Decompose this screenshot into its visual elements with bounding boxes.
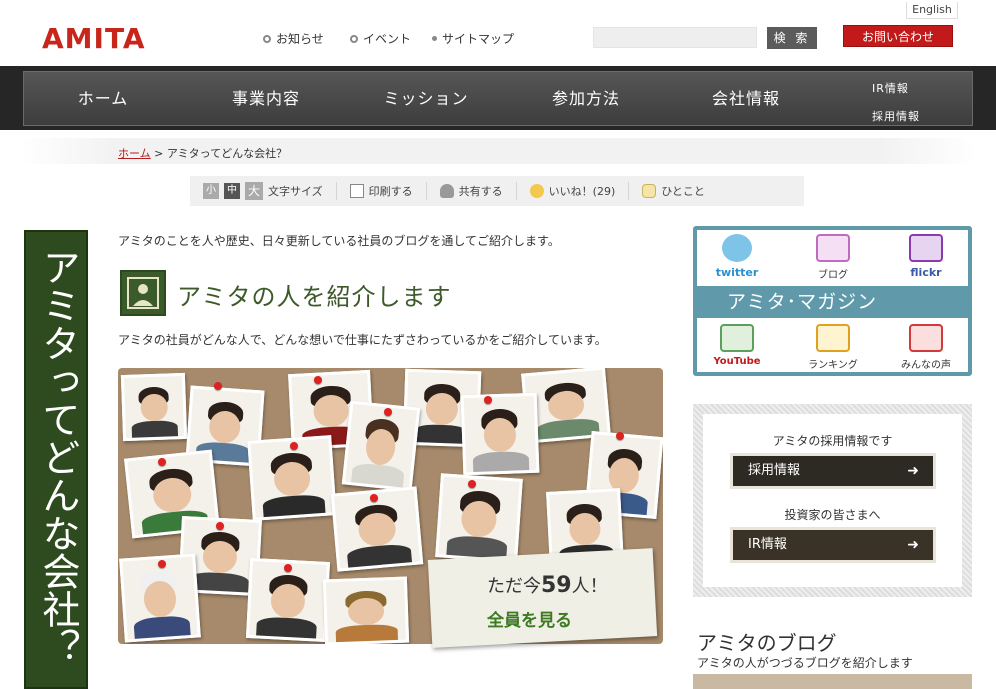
search-button[interactable]: 検 索 <box>767 27 817 49</box>
breadcrumb-separator: > <box>150 147 167 160</box>
comment-button[interactable]: ひとこと <box>629 182 718 200</box>
staff-count-suffix: 人！ <box>571 576 608 597</box>
share-button[interactable]: 共有する <box>427 182 517 200</box>
nav-business[interactable]: 事業内容 <box>186 71 346 126</box>
nav-recruit[interactable]: 採用情報 <box>872 108 920 124</box>
font-size-small[interactable]: 小 <box>203 183 219 199</box>
blog-section-subtitle: アミタの人がつづるブログを紹介します <box>697 656 913 670</box>
staff-count-prefix: ただ今 <box>487 576 541 597</box>
like-label: いいね！(29) <box>548 185 616 198</box>
font-size-control: 小 中 大 文字サイズ <box>190 182 337 200</box>
voices-link[interactable]: みんなの声 <box>886 324 966 371</box>
crown-icon <box>816 324 850 352</box>
nav-ir[interactable]: IR情報 <box>872 80 909 96</box>
camera-icon <box>909 234 943 262</box>
nav-home[interactable]: ホーム <box>23 71 183 126</box>
youtube-label: YouTube <box>713 356 761 367</box>
arrow-right-icon: ➜ <box>907 463 919 479</box>
event-link[interactable]: イベント <box>350 30 411 47</box>
contact-button[interactable]: お問い合わせ <box>843 25 953 47</box>
comment-label: ひとこと <box>661 185 705 198</box>
intro-text: アミタのことを人や歴史、日々更新している社員のブログを通してご紹介します。 <box>118 234 560 248</box>
english-link[interactable]: English <box>906 2 958 19</box>
flickr-link[interactable]: flickr <box>886 234 966 279</box>
twitter-label: twitter <box>715 266 759 279</box>
arrow-right-icon: ➜ <box>907 537 919 553</box>
print-label: 印刷する <box>368 185 413 198</box>
news-link-label: お知らせ <box>276 32 324 46</box>
search-input[interactable] <box>593 27 757 48</box>
breadcrumb-home[interactable]: ホーム <box>118 147 151 160</box>
bullet-icon <box>350 34 358 43</box>
ir-button[interactable]: IR情報 ➜ <box>730 527 936 563</box>
breadcrumb: ホーム > アミタってどんな会社？ <box>118 145 287 161</box>
twitter-link[interactable]: twitter <box>697 234 777 279</box>
sitemap-link[interactable]: サイトマップ <box>432 30 514 47</box>
share-label: 共有する <box>458 185 503 198</box>
blog-section-title: アミタのブログ <box>697 631 837 655</box>
section-description: アミタの社員がどんな人で、どんな想いで仕事にたずさわっているかをご紹介しています… <box>118 333 607 347</box>
section-title: アミタの人を紹介します <box>177 283 452 311</box>
staff-count: ただ今59人！ <box>487 572 608 598</box>
blog-label: ブログ <box>818 270 848 281</box>
amita-logo[interactable]: AMITA <box>42 22 146 55</box>
staff-photo[interactable] <box>460 392 540 476</box>
recruit-button[interactable]: 採用情報 ➜ <box>730 453 936 489</box>
page-toolbar: 小 中 大 文字サイズ 印刷する 共有する いいね！(29) ひとこと <box>190 176 804 206</box>
twitter-bird-icon <box>722 234 752 262</box>
staff-photo[interactable] <box>341 400 421 492</box>
event-link-label: イベント <box>363 32 412 46</box>
video-camera-icon <box>720 324 754 352</box>
blog-people-icon <box>816 234 850 262</box>
investor-label: 投資家の皆さまへ <box>784 508 881 522</box>
bullet-icon <box>263 34 271 43</box>
staff-count-card <box>427 548 658 648</box>
print-button[interactable]: 印刷する <box>337 182 427 200</box>
view-all-staff-button[interactable]: 全員を見る <box>487 606 572 631</box>
font-size-label: 文字サイズ <box>268 185 323 198</box>
font-size-large[interactable]: 大 <box>245 182 263 200</box>
like-button[interactable]: いいね！(29) <box>517 182 630 200</box>
recruit-label: アミタの採用情報です <box>772 434 893 448</box>
ranking-link[interactable]: ランキング <box>793 324 873 371</box>
staff-photo[interactable] <box>322 576 410 644</box>
blog-link[interactable]: ブログ <box>793 234 873 281</box>
nav-company[interactable]: 会社情報 <box>666 71 826 126</box>
magazine-title[interactable]: アミタ･マガジン <box>697 286 968 318</box>
nav-participate[interactable]: 参加方法 <box>506 71 666 126</box>
ranking-label: ランキング <box>808 360 858 371</box>
print-icon <box>349 184 364 198</box>
breadcrumb-current: アミタってどんな会社？ <box>166 147 288 160</box>
vertical-title: アミタってどんな会社？ <box>36 248 80 666</box>
share-icon <box>439 184 454 198</box>
ir-button-label: IR情報 <box>748 537 787 552</box>
nav-mission[interactable]: ミッション <box>346 71 506 126</box>
person-frame-icon <box>120 270 166 316</box>
sitemap-link-label: サイトマップ <box>442 32 515 46</box>
blog-section-image[interactable] <box>693 674 972 689</box>
voices-label: みんなの声 <box>901 360 951 371</box>
chat-bubble-icon <box>909 324 943 352</box>
flickr-label: flickr <box>910 266 942 279</box>
staff-photo[interactable] <box>120 372 188 442</box>
speech-bubble-icon <box>642 184 657 198</box>
staff-count-number: 59 <box>541 573 572 598</box>
news-link[interactable]: お知らせ <box>263 30 324 47</box>
recruit-button-label: 採用情報 <box>748 463 801 478</box>
staff-photo[interactable] <box>435 473 523 563</box>
font-size-medium[interactable]: 中 <box>224 183 240 199</box>
smile-icon <box>529 184 544 198</box>
bullet-icon <box>432 36 437 41</box>
youtube-link[interactable]: YouTube <box>697 324 777 367</box>
